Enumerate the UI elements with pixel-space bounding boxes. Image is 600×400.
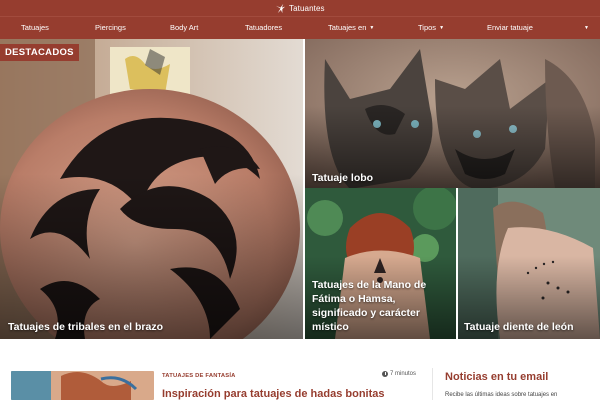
nav-item-label: Piercings [95,23,126,32]
nav-item-label: Tatuajes en [328,23,367,32]
nav-item-label: Tatuajes [21,23,49,32]
nav-item-label: Tatuadores [245,23,283,32]
nav-item-tatuajes-en[interactable]: Tatuajes en ▼ [328,17,374,39]
nav-item-tipos[interactable]: Tipos ▼ [418,17,444,39]
nav-item-piercings[interactable]: Piercings [95,17,126,39]
article-category[interactable]: TATUAJES DE FANTASÍA [162,373,236,379]
swallow-logo-icon [275,3,286,14]
featured-tile-dandelion[interactable]: Tatuaje diente de león [458,188,600,339]
featured-tile-wolf[interactable]: Tatuaje lobo [305,39,600,188]
top-bar: Tatuantes [0,0,600,16]
nav-item-label: Tipos [418,23,437,32]
site-logo[interactable]: Tatuantes [275,2,325,15]
nav-item-body-art[interactable]: Body Art [170,17,198,39]
tile-title: Tatuaje diente de león [464,321,574,333]
nav-item-enviar-tatuaje[interactable]: Enviar tatuaje [487,17,533,39]
featured-tile-hamsa[interactable]: Tatuajes de la Mano de Fátima o Hamsa, s… [305,188,456,339]
nav-item-label: Enviar tatuaje [487,23,533,32]
article-thumbnail[interactable] [11,371,154,400]
chevron-down-icon: ▼ [369,25,375,31]
chevron-down-icon: ▼ [439,25,445,31]
article-title[interactable]: Inspiración para tatuajes de hadas bonit… [162,388,385,400]
nav-item-tatuajes[interactable]: Tatuajes [21,17,49,39]
read-time-label: 7 minutos [390,371,417,377]
chevron-down-icon: ▼ [584,25,589,31]
featured-badge: DESTACADOS [0,44,79,61]
nav-more-button[interactable]: ▼ [581,17,589,39]
nav-item-tatuadores[interactable]: Tatuadores [245,17,282,39]
tile-title: Tatuajes de la Mano de Fátima o Hamsa, s… [312,279,427,333]
newsletter-title: Noticias en tu email [445,371,549,383]
featured-tile-tribal[interactable]: Tatuajes de tribales en el brazo [0,39,303,339]
divider [432,368,433,400]
fairy-tattoo-photo [11,371,154,400]
newsletter-text: Recibe las últimas ideas sobre tatuajes … [445,392,558,398]
main-nav: Tatuajes Piercings Body Art Tatuadores T… [0,16,600,39]
nav-item-label: Body Art [170,23,199,32]
article-read-time: 7 minutos [382,371,416,377]
tile-title: Tatuajes de tribales en el brazo [8,321,164,333]
site-name: Tatuantes [289,4,325,13]
tile-title: Tatuaje lobo [312,172,374,184]
clock-icon [382,371,388,377]
